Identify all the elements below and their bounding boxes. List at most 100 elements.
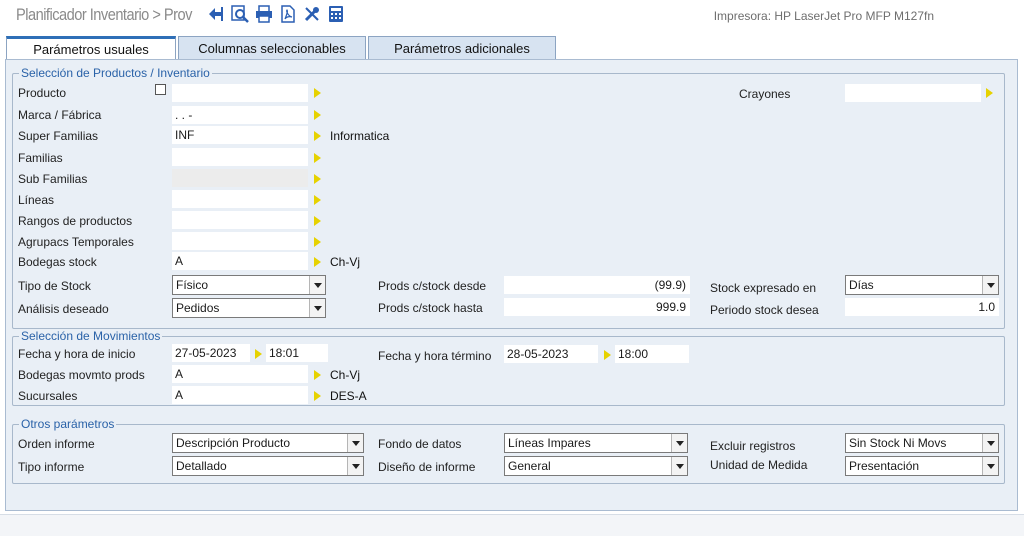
crayones-label: Crayones (739, 87, 791, 101)
chevron-down-icon[interactable] (347, 434, 363, 452)
producto-lookup-arrow[interactable] (314, 88, 321, 98)
prods-desde-input[interactable]: (99.9) (504, 276, 690, 294)
tipo-informe-value: Detallado (176, 459, 227, 473)
excluir-registros-select[interactable]: Sin Stock Ni Movs (845, 433, 999, 453)
producto-checkbox[interactable] (155, 84, 166, 95)
group-otros-title: Otros parámetros (19, 417, 117, 431)
app-title: Planificador Inventario > Prov (16, 5, 192, 24)
hora-inicio-input[interactable]: 18:01 (266, 344, 328, 362)
crayones-input[interactable] (845, 84, 981, 102)
analisis-label: Análisis deseado (18, 302, 109, 316)
agrupacs-input[interactable] (172, 232, 308, 250)
unidad-medida-select[interactable]: Presentación (845, 456, 999, 476)
tipo-stock-value: Físico (176, 278, 209, 292)
pdf-icon[interactable] (278, 4, 298, 24)
sub-familias-input[interactable] (172, 169, 308, 187)
tipo-stock-label: Tipo de Stock (18, 279, 91, 293)
bodegas-movmto-label: Bodegas movmto prods (18, 368, 145, 382)
tab-columnas-seleccionables[interactable]: Columnas seleccionables (178, 36, 366, 60)
chevron-down-icon[interactable] (982, 434, 998, 452)
chevron-down-icon[interactable] (309, 299, 325, 317)
print-icon[interactable] (254, 4, 274, 24)
orden-informe-label: Orden informe (18, 437, 95, 451)
crayones-lookup-arrow[interactable] (986, 88, 993, 98)
header: Planificador Inventario > Prov Impresora… (0, 0, 1024, 32)
bodegas-stock-desc: Ch-Vj (330, 255, 361, 269)
excluir-registros-value: Sin Stock Ni Movs (849, 436, 947, 450)
chevron-down-icon[interactable] (309, 276, 325, 294)
stock-expresado-select[interactable]: Días (845, 275, 999, 295)
diseno-informe-label: Diseño de informe (378, 460, 476, 474)
bodegas-stock-lookup-arrow[interactable] (314, 257, 321, 267)
agrupacs-lookup-arrow[interactable] (314, 237, 321, 247)
familias-lookup-arrow[interactable] (314, 153, 321, 163)
rangos-input[interactable] (172, 211, 308, 229)
bodegas-movmto-input[interactable]: A (172, 365, 308, 383)
chevron-down-icon[interactable] (982, 276, 998, 294)
prods-desde-label: Prods c/stock desde (378, 279, 487, 293)
tab-bar: Parámetros usuales Columnas seleccionabl… (6, 36, 558, 60)
analisis-value: Pedidos (176, 301, 220, 315)
fecha-termino-input[interactable]: 28-05-2023 (504, 345, 598, 363)
bottom-strip (0, 514, 1024, 536)
fecha-inicio-label: Fecha y hora de inicio (18, 347, 136, 361)
marca-lookup-arrow[interactable] (314, 110, 321, 120)
tools-icon[interactable] (302, 4, 322, 24)
fecha-termino-label: Fecha y hora término (378, 349, 492, 363)
unidad-medida-label: Unidad de Medida (710, 458, 808, 472)
fondo-datos-value: Líneas Impares (508, 436, 591, 450)
fecha-inicio-picker-arrow[interactable] (255, 349, 262, 359)
sub-familias-lookup-arrow[interactable] (314, 174, 321, 184)
bodegas-stock-input[interactable]: A (172, 252, 308, 270)
familias-input[interactable] (172, 148, 308, 166)
calculator-icon[interactable] (326, 4, 346, 24)
periodo-stock-input[interactable]: 1.0 (845, 298, 999, 316)
agrupacs-label: Agrupacs Temporales (18, 235, 134, 249)
sucursales-lookup-arrow[interactable] (314, 391, 321, 401)
fondo-datos-select[interactable]: Líneas Impares (504, 433, 688, 453)
periodo-stock-label: Periodo stock desea (710, 303, 819, 317)
orden-informe-select[interactable]: Descripción Producto (172, 433, 364, 453)
rangos-lookup-arrow[interactable] (314, 216, 321, 226)
toolbar (206, 4, 346, 24)
group-productos-title: Selección de Productos / Inventario (19, 66, 212, 80)
producto-input[interactable] (172, 84, 308, 102)
super-familias-label: Super Familias (18, 129, 99, 143)
sucursales-label: Sucursales (18, 389, 78, 403)
rangos-label: Rangos de productos (18, 214, 133, 228)
exit-icon[interactable] (206, 4, 226, 24)
tipo-informe-label: Tipo informe (18, 460, 85, 474)
bodegas-movmto-lookup-arrow[interactable] (314, 370, 321, 380)
fecha-inicio-input[interactable]: 27-05-2023 (172, 344, 250, 362)
sucursales-input[interactable]: A (172, 386, 308, 404)
chevron-down-icon[interactable] (671, 434, 687, 452)
diseno-informe-select[interactable]: General (504, 456, 688, 476)
prods-hasta-label: Prods c/stock hasta (378, 301, 483, 315)
lineas-label: Líneas (18, 193, 55, 207)
group-movimientos: Selección de Movimientos Fecha y hora de… (12, 329, 1005, 406)
marca-input[interactable]: . . - (172, 106, 308, 124)
chevron-down-icon[interactable] (982, 457, 998, 475)
group-movimientos-title: Selección de Movimientos (19, 329, 163, 343)
tab-parametros-adicionales[interactable]: Parámetros adicionales (368, 36, 556, 60)
preview-icon[interactable] (230, 4, 250, 24)
tipo-stock-select[interactable]: Físico (172, 275, 326, 295)
super-familias-lookup-arrow[interactable] (314, 131, 321, 141)
chevron-down-icon[interactable] (347, 457, 363, 475)
group-otros: Otros parámetros Orden informe Descripci… (12, 417, 1005, 484)
chevron-down-icon[interactable] (671, 457, 687, 475)
lineas-input[interactable] (172, 190, 308, 208)
prods-hasta-input[interactable]: 999.9 (504, 298, 690, 316)
tipo-informe-select[interactable]: Detallado (172, 456, 364, 476)
tab-parametros-usuales[interactable]: Parámetros usuales (6, 36, 176, 60)
hora-termino-input[interactable]: 18:00 (615, 345, 689, 363)
super-familias-desc: Informatica (330, 129, 390, 143)
fecha-termino-picker-arrow[interactable] (604, 350, 611, 360)
analisis-select[interactable]: Pedidos (172, 298, 326, 318)
super-familias-input[interactable]: INF (172, 126, 308, 144)
diseno-informe-value: General (508, 459, 551, 473)
bodegas-stock-label: Bodegas stock (18, 255, 97, 269)
group-productos: Selección de Productos / Inventario Prod… (12, 66, 1005, 329)
lineas-lookup-arrow[interactable] (314, 195, 321, 205)
familias-label: Familias (18, 151, 63, 165)
